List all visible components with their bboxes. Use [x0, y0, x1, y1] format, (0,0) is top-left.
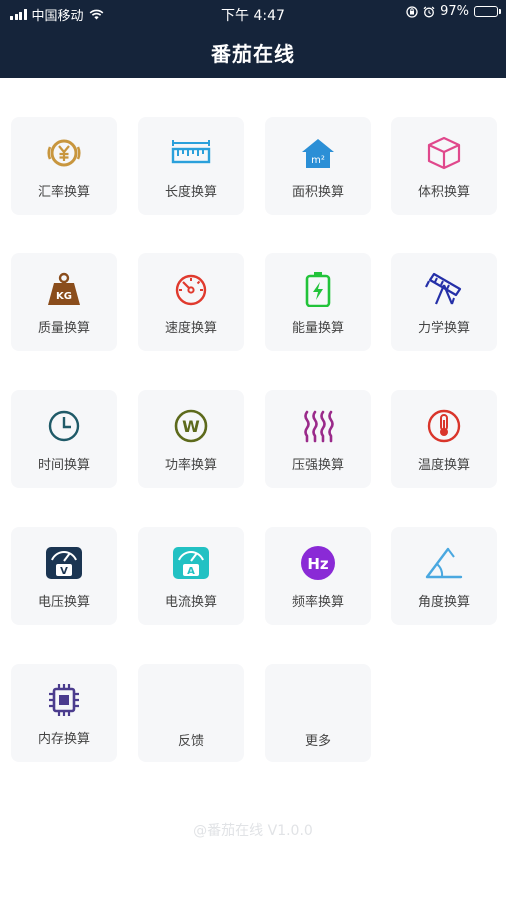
ruler-icon — [171, 135, 211, 171]
tool-label: 电压换算 — [37, 595, 90, 610]
tool-mechanics[interactable]: 力学换算 — [391, 253, 497, 351]
currency-icon — [44, 135, 84, 171]
tool-label: 面积换算 — [291, 185, 344, 200]
tool-label: 汇率换算 — [37, 185, 90, 200]
battery-bolt-icon — [298, 271, 338, 307]
svg-text:A: A — [187, 566, 195, 577]
voltmeter-icon: V — [44, 545, 84, 581]
tool-label: 功率换算 — [164, 458, 217, 473]
svg-text:V: V — [60, 566, 68, 577]
tool-volume[interactable]: 体积换算 — [391, 117, 497, 215]
tool-pressure[interactable]: 压强换算 — [265, 390, 371, 488]
tool-label: 反馈 — [177, 734, 204, 749]
svg-text:m²: m² — [311, 155, 325, 166]
cube-icon — [424, 135, 464, 171]
tool-label: 长度换算 — [164, 185, 217, 200]
tool-currency[interactable]: 汇率换算 — [11, 117, 117, 215]
tool-power[interactable]: W 功率换算 — [138, 390, 244, 488]
svg-text:Hz: Hz — [307, 555, 329, 573]
tool-current[interactable]: A 电流换算 — [138, 527, 244, 625]
more-button[interactable]: 更多 — [265, 664, 371, 762]
weight-kg-icon: KG — [44, 271, 84, 307]
tool-label: 更多 — [304, 734, 331, 749]
tool-voltage[interactable]: V 电压换算 — [11, 527, 117, 625]
tool-speed[interactable]: 速度换算 — [138, 253, 244, 351]
tool-label: 频率换算 — [291, 595, 344, 610]
svg-text:W: W — [182, 417, 200, 436]
heat-waves-icon — [298, 408, 338, 444]
feedback-button[interactable]: 反馈 — [138, 664, 244, 762]
speedometer-icon — [171, 271, 211, 307]
tool-label: 压强换算 — [291, 458, 344, 473]
chip-icon — [44, 682, 84, 718]
tool-area[interactable]: m² 面积换算 — [265, 117, 371, 215]
watt-icon: W — [171, 408, 211, 444]
angle-icon — [424, 545, 464, 581]
tool-length[interactable]: 长度换算 — [138, 117, 244, 215]
tool-memory[interactable]: 内存换算 — [11, 664, 117, 762]
tool-label: 电流换算 — [164, 595, 217, 610]
thermometer-icon — [424, 408, 464, 444]
tool-label: 速度换算 — [164, 321, 217, 336]
version-footer: @番茄在线 V1.0.0 — [193, 823, 313, 839]
tool-label: 角度换算 — [417, 595, 470, 610]
tool-label: 温度换算 — [417, 458, 470, 473]
clock-icon — [44, 408, 84, 444]
tool-label: 内存换算 — [37, 732, 90, 747]
converter-grid: 汇率换算 长度换算 m² 面积换算 体积换算 KG 质量换算 速度换算 能量换算… — [0, 0, 506, 900]
telescope-icon — [424, 271, 464, 307]
tool-label: 体积换算 — [417, 185, 470, 200]
tool-label: 质量换算 — [37, 321, 90, 336]
tool-label: 时间换算 — [37, 458, 90, 473]
tool-energy[interactable]: 能量换算 — [265, 253, 371, 351]
tool-label: 能量换算 — [291, 321, 344, 336]
hertz-icon: Hz — [298, 545, 338, 581]
tool-time[interactable]: 时间换算 — [11, 390, 117, 488]
tool-label: 力学换算 — [417, 321, 470, 336]
ammeter-icon: A — [171, 545, 211, 581]
area-house-icon: m² — [298, 135, 338, 171]
tool-angle[interactable]: 角度换算 — [391, 527, 497, 625]
tool-frequency[interactable]: Hz 频率换算 — [265, 527, 371, 625]
svg-text:KG: KG — [56, 291, 72, 302]
tool-mass[interactable]: KG 质量换算 — [11, 253, 117, 351]
tool-temperature[interactable]: 温度换算 — [391, 390, 497, 488]
